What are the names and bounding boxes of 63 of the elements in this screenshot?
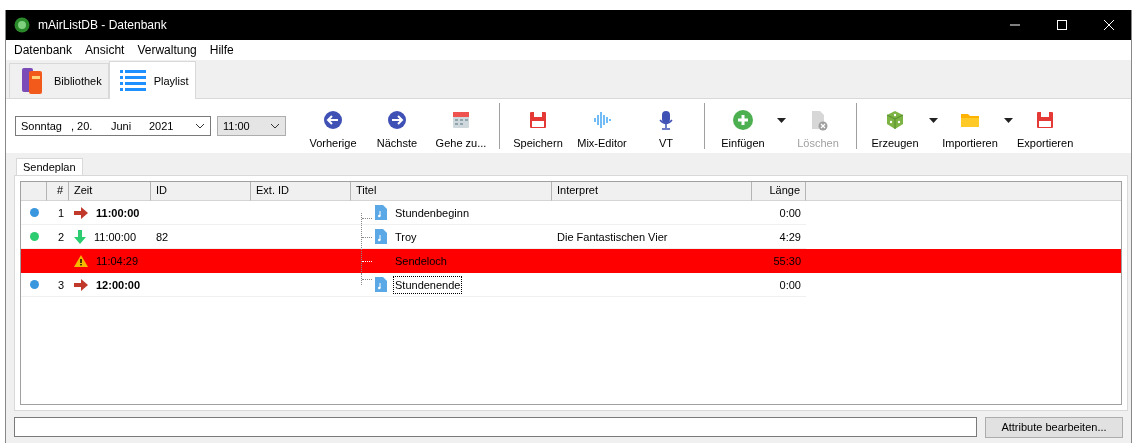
chevron-down-icon bbox=[270, 123, 280, 129]
table-cell: 4:29 bbox=[779, 230, 801, 243]
list-icon bbox=[119, 68, 146, 93]
table-cell: 55:30 bbox=[773, 254, 801, 267]
audio-file-icon bbox=[375, 229, 387, 244]
column-header bbox=[21, 182, 47, 201]
close-icon[interactable] bbox=[1103, 19, 1115, 31]
table-cell: Stundenende bbox=[393, 275, 463, 294]
column-header[interactable]: Interpret bbox=[552, 182, 752, 201]
toolbar-button[interactable]: Nächste bbox=[365, 103, 429, 149]
toolbar-button[interactable]: Vorherige bbox=[301, 103, 365, 149]
table-cell: 11:04:29 bbox=[96, 254, 138, 267]
time-dropdown[interactable]: 11:00 bbox=[217, 116, 286, 136]
calendar-icon bbox=[450, 109, 472, 131]
toolbar-button[interactable]: Speichern bbox=[506, 103, 570, 149]
toolbar-button[interactable]: Einfügen bbox=[711, 103, 775, 149]
chevron-down-icon bbox=[195, 123, 205, 129]
menu-item[interactable]: Datenbank bbox=[14, 43, 86, 57]
toolbar-button[interactable]: VT bbox=[634, 103, 698, 149]
table-cell-text: Sendeloch bbox=[394, 253, 448, 269]
toolbar-button[interactable]: Gehe zu... bbox=[429, 103, 493, 149]
menu-item[interactable]: Hilfe bbox=[209, 43, 247, 57]
column-header[interactable]: Zeit bbox=[69, 182, 151, 201]
audio-file-icon bbox=[375, 277, 387, 292]
toolbar-button[interactable]: Importieren bbox=[938, 103, 1002, 149]
table-cell: 2 bbox=[57, 230, 64, 243]
menu-item[interactable]: Ansicht bbox=[85, 43, 138, 57]
toolbar-button[interactable]: Mix-Editor bbox=[570, 103, 634, 149]
table-cell: 11:00:00 bbox=[94, 230, 136, 243]
column-header[interactable]: ID bbox=[151, 182, 251, 201]
input-field[interactable] bbox=[14, 417, 977, 437]
table-cell: 3 bbox=[57, 278, 64, 291]
menu-item[interactable]: Verwaltung bbox=[137, 43, 210, 57]
tab[interactable]: Sendeplan bbox=[16, 158, 83, 175]
audio-file-icon bbox=[375, 205, 387, 220]
plus-icon bbox=[732, 109, 754, 131]
caret-icon[interactable] bbox=[929, 117, 938, 123]
tab[interactable]: Playlist bbox=[108, 61, 196, 99]
table-cell: 12:00:00 bbox=[96, 278, 141, 291]
waveform-icon bbox=[591, 109, 613, 131]
table-cell: 11:00:00 bbox=[96, 206, 140, 219]
window-title: mAirListDB - Datenbank bbox=[38, 18, 167, 32]
table-cell-text: Troy bbox=[394, 229, 418, 245]
table-cell-text: Stundenbeginn bbox=[394, 205, 470, 221]
column-header[interactable]: Ext. ID bbox=[251, 182, 351, 201]
table-cell: 0:00 bbox=[779, 278, 801, 291]
caret-icon[interactable] bbox=[1004, 117, 1013, 123]
table-cell: 0:00 bbox=[779, 206, 801, 219]
date-picker[interactable]: Sonntag , 20. Juni 2021 bbox=[15, 116, 211, 136]
column-header[interactable]: # bbox=[47, 182, 69, 201]
edit-attributes-button[interactable]: Attribute bearbeiten... bbox=[985, 416, 1123, 438]
app-icon bbox=[14, 17, 30, 33]
maximize-icon[interactable] bbox=[1056, 19, 1068, 31]
table-cell: Die Fantastischen Vier bbox=[557, 230, 668, 243]
column-header[interactable]: Titel bbox=[351, 182, 552, 201]
table-cell: 1 bbox=[57, 206, 64, 219]
caret-icon[interactable] bbox=[777, 117, 786, 123]
table-cell: 82 bbox=[156, 230, 169, 243]
toolbar-button[interactable]: Erzeugen bbox=[863, 103, 927, 149]
column-header[interactable]: Länge bbox=[752, 182, 806, 201]
dice-icon bbox=[884, 109, 906, 131]
tab[interactable]: Bibliothek bbox=[9, 63, 109, 98]
toolbar-button[interactable]: Exportieren bbox=[1013, 103, 1078, 149]
